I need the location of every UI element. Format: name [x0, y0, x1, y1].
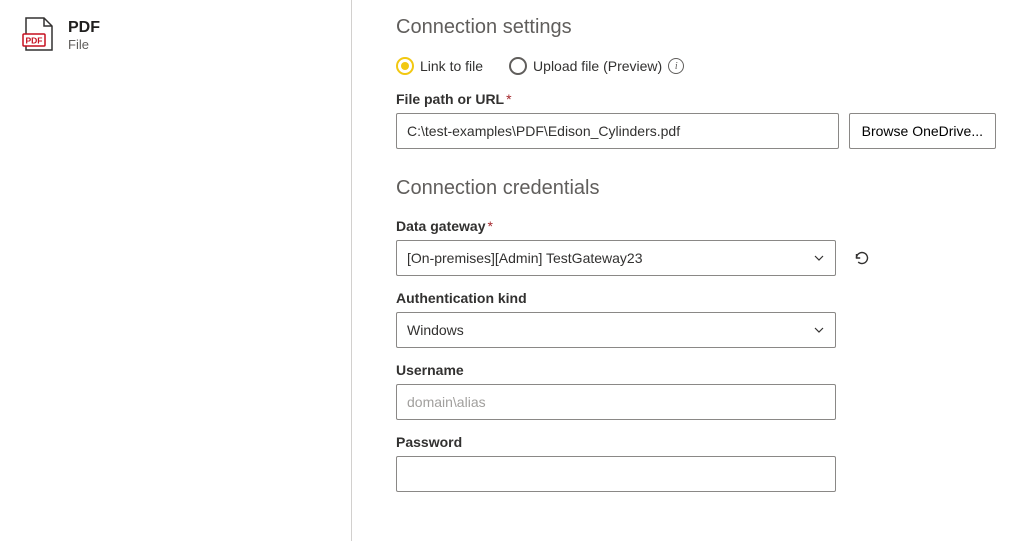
file-source-radio-group: Link to file Upload file (Preview) i: [396, 57, 996, 75]
upload-file-radio[interactable]: Upload file (Preview) i: [509, 57, 684, 75]
username-input[interactable]: [396, 384, 836, 420]
authentication-kind-label: Authentication kind: [396, 290, 996, 306]
file-path-label: File path or URL*: [396, 91, 996, 107]
connector-sidebar: PDF PDF File: [0, 0, 352, 541]
link-to-file-label: Link to file: [420, 58, 483, 74]
username-label: Username: [396, 362, 996, 378]
authentication-kind-value: Windows: [407, 322, 464, 338]
browse-onedrive-button[interactable]: Browse OneDrive...: [849, 113, 996, 149]
connection-credentials-heading: Connection credentials: [396, 177, 996, 200]
refresh-icon[interactable]: [852, 248, 872, 268]
chevron-down-icon: [813, 252, 825, 264]
data-gateway-label: Data gateway*: [396, 218, 996, 234]
authentication-kind-select[interactable]: Windows: [396, 312, 836, 348]
connector-subtitle: File: [68, 37, 100, 52]
radio-selected-icon: [396, 57, 414, 75]
link-to-file-radio[interactable]: Link to file: [396, 57, 483, 75]
connector-title: PDF: [68, 18, 100, 37]
password-label: Password: [396, 434, 996, 450]
upload-file-label: Upload file (Preview): [533, 58, 662, 74]
connection-settings-heading: Connection settings: [396, 16, 996, 39]
password-input[interactable]: [396, 456, 836, 492]
main-panel: Connection settings Link to file Upload …: [352, 0, 1036, 541]
radio-unselected-icon: [509, 57, 527, 75]
data-gateway-value: [On-premises][Admin] TestGateway23: [407, 250, 643, 266]
pdf-file-icon: PDF: [20, 16, 56, 52]
chevron-down-icon: [813, 324, 825, 336]
svg-text:PDF: PDF: [26, 36, 43, 46]
data-gateway-select[interactable]: [On-premises][Admin] TestGateway23: [396, 240, 836, 276]
file-path-input[interactable]: [396, 113, 839, 149]
info-icon[interactable]: i: [668, 58, 684, 74]
